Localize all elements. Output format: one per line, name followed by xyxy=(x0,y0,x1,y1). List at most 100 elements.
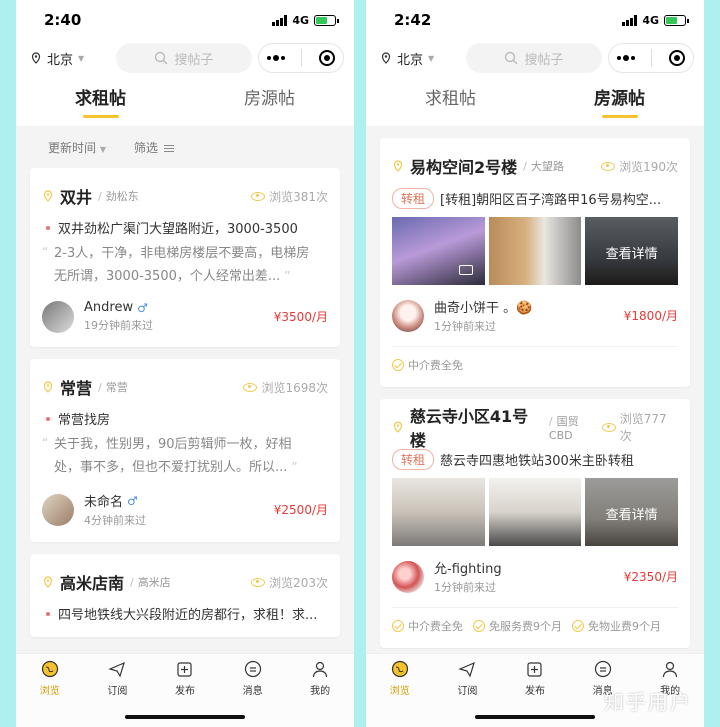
tab-listings[interactable]: 房源帖 xyxy=(535,76,704,126)
tab-seeking-rent[interactable]: 求租帖 xyxy=(366,76,535,126)
battery-icon xyxy=(664,14,689,26)
view-details-label: 查看详情 xyxy=(605,247,658,262)
listing-photo[interactable] xyxy=(488,217,582,285)
video-icon xyxy=(458,265,473,275)
check-icon xyxy=(473,620,485,632)
listing-title: 易构空间2号楼 xyxy=(410,158,518,177)
location-pin-icon xyxy=(43,190,53,202)
city-name: 北京 xyxy=(47,52,74,68)
search-placeholder: 搜帖子 xyxy=(174,52,214,68)
tab-profile[interactable]: 我的 xyxy=(286,660,354,727)
view-details-button[interactable]: 查看详情 xyxy=(585,217,679,285)
search-icon xyxy=(505,51,518,65)
listing-description: 慈云寺四惠地铁站300米主卧转租 xyxy=(440,454,634,469)
listing-card[interactable]: 慈云寺小区41号楼 国贸CBD 浏览777次 转租 慈云寺四惠地铁站300米主卧… xyxy=(380,399,690,648)
status-icons: 4G xyxy=(272,14,339,27)
listing-photo[interactable] xyxy=(392,217,485,285)
miniapp-capsule xyxy=(608,43,694,73)
listing-title: 慈云寺小区41号楼 xyxy=(409,407,529,450)
city-selector[interactable]: 北京 ▼ xyxy=(380,49,466,68)
signal-icon xyxy=(622,14,638,26)
watermark: 知乎用户 xyxy=(604,690,692,714)
listing-photo[interactable] xyxy=(392,478,485,546)
perk-item: 免服务费9个月 xyxy=(473,618,562,634)
post-quote-text: 关于我，性别男，90后剪辑师一枚，好相处，事不多，但也不爱打扰别人。所以... xyxy=(54,437,292,475)
listing-area: 国贸CBD xyxy=(549,413,602,442)
search-icon xyxy=(155,51,168,65)
avatar[interactable] xyxy=(42,300,74,333)
view-count-text: 浏览1698次 xyxy=(261,380,328,395)
search-input[interactable]: 搜帖子 xyxy=(116,43,252,73)
rent-price: ¥2350/月 xyxy=(623,570,678,584)
city-selector[interactable]: 北京 ▼ xyxy=(30,49,116,68)
network-label: 4G xyxy=(642,13,659,27)
male-icon: ♂ xyxy=(137,300,148,315)
avatar[interactable] xyxy=(392,560,424,593)
post-card[interactable]: 双井 劲松东 浏览381次 双井劲松广渠门大望路附近，3000-3500 2-3… xyxy=(30,168,340,347)
tab-browse[interactable]: 浏览 xyxy=(366,660,434,727)
close-miniapp-icon[interactable] xyxy=(668,50,685,66)
view-count-text: 浏览203次 xyxy=(269,575,328,590)
perk-item: 中介费全免 xyxy=(392,357,463,373)
signal-icon xyxy=(272,14,288,26)
location-pin-icon xyxy=(31,52,41,64)
location-pin-icon xyxy=(381,52,391,64)
close-miniapp-icon[interactable] xyxy=(318,50,335,66)
post-card[interactable]: 常营 常营 浏览1698次 常营找房 关于我，性别男，90后剪辑师一枚，好相处，… xyxy=(30,359,340,542)
right-phone-screen: 2:42 4G 北京 ▼ 搜帖子 求租帖 房源帖 易构空间2号楼 / 大望路 浏… xyxy=(366,0,704,727)
search-placeholder: 搜帖子 xyxy=(524,52,564,68)
paper-plane-icon xyxy=(458,661,476,678)
listing-description: [转租]朝阳区百子湾路甲16号易构空... xyxy=(440,193,662,208)
listing-card[interactable]: 易构空间2号楼 大望路 浏览190次 转租 [转租]朝阳区百子湾路甲16号易构空… xyxy=(380,138,690,387)
check-icon xyxy=(572,620,584,632)
tab-label: 订阅 xyxy=(457,686,478,697)
filter-button[interactable]: 筛选 xyxy=(134,139,175,156)
eye-icon xyxy=(251,191,266,201)
globe-icon xyxy=(41,660,58,678)
rent-price: ¥1800/月 xyxy=(623,309,678,323)
capsule-divider xyxy=(301,49,303,67)
more-icon[interactable] xyxy=(617,55,636,61)
view-count: 浏览777次 xyxy=(601,410,678,444)
tab-label: 发布 xyxy=(524,686,545,697)
eye-icon xyxy=(601,161,616,171)
check-icon xyxy=(392,620,404,632)
chevron-down-icon: ▼ xyxy=(78,53,85,63)
sublet-badge: 转租 xyxy=(392,188,435,209)
perk-list: 中介费全免 免服务费9个月 免物业费9个月 xyxy=(392,618,678,634)
post-quote: 关于我，性别男，90后剪辑师一枚，好相处，事不多，但也不爱打扰别人。所以...” xyxy=(42,432,328,479)
view-details-button[interactable]: 查看详情 xyxy=(585,478,679,546)
post-title: 双井 xyxy=(60,188,93,207)
perk-label: 免物业费9个月 xyxy=(588,620,661,633)
filter-icon xyxy=(164,143,175,154)
post-quote: 2-3人，干净，非电梯房楼层不要高，电梯房无所谓，3000-3500，个人经常出… xyxy=(42,241,328,288)
more-icon[interactable] xyxy=(267,55,286,61)
add-post-icon xyxy=(177,662,192,677)
sort-dropdown[interactable]: 更新时间 ▼ xyxy=(48,139,106,156)
post-area: 高米店 xyxy=(130,574,171,590)
user-icon xyxy=(313,661,328,678)
avatar[interactable] xyxy=(392,299,424,332)
user-icon xyxy=(663,661,678,678)
photo-strip: 查看详情 xyxy=(392,217,679,285)
avatar[interactable] xyxy=(42,493,74,526)
status-time: 2:40 xyxy=(44,11,82,29)
perk-label: 中介费全免 xyxy=(408,359,463,372)
message-icon xyxy=(244,660,261,678)
listing-photo[interactable] xyxy=(488,478,582,546)
post-title: 高米店南 xyxy=(60,574,125,593)
tab-listings[interactable]: 房源帖 xyxy=(185,76,354,126)
paper-plane-icon xyxy=(108,661,126,678)
perk-item: 中介费全免 xyxy=(392,618,463,634)
post-card[interactable]: 高米店南 高米店 浏览203次 四号地铁线大兴段附近的房都行，求租！求... xyxy=(30,554,340,637)
search-input[interactable]: 搜帖子 xyxy=(466,43,602,73)
budget-price: ¥2500/月 xyxy=(273,503,328,517)
message-icon xyxy=(594,660,611,678)
tab-browse[interactable]: 浏览 xyxy=(16,660,84,727)
user-name: 未命名 xyxy=(84,495,124,510)
status-bar: 2:42 4G xyxy=(366,0,704,40)
tab-bar: 求租帖 房源帖 xyxy=(366,76,704,126)
perk-label: 中介费全免 xyxy=(408,620,463,633)
tab-seeking-rent[interactable]: 求租帖 xyxy=(16,76,185,126)
add-post-icon xyxy=(527,662,542,677)
